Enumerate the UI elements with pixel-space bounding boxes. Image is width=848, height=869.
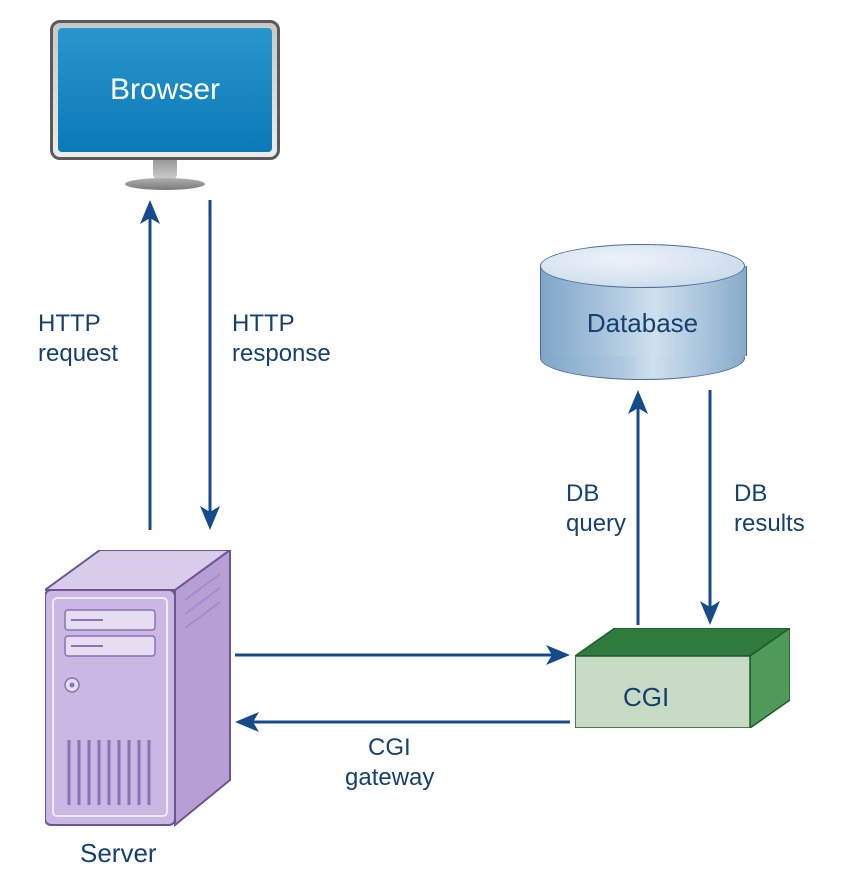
label-http-request-1: HTTP (38, 310, 101, 339)
label-http-response-1: HTTP (232, 310, 295, 339)
label-db-results-1: DB (734, 480, 767, 509)
label-http-request-2: request (38, 340, 118, 369)
monitor-screen: Browser (58, 28, 272, 152)
arrow-cgi-to-server (235, 707, 570, 737)
label-db-results-2: results (734, 510, 805, 539)
server-label: Server (80, 838, 157, 869)
database-node: Database (540, 244, 745, 379)
database-top (540, 244, 745, 288)
label-db-query-1: DB (566, 480, 599, 509)
server-node (45, 550, 225, 830)
browser-label: Browser (110, 73, 220, 107)
arrow-http-response (190, 200, 230, 530)
cgi-label: CGI (623, 682, 669, 713)
cgi-3d-box-icon (575, 628, 790, 728)
arrow-db-query (618, 390, 658, 625)
monitor-base (125, 178, 205, 190)
database-label: Database (540, 308, 745, 339)
monitor-frame: Browser (50, 20, 280, 160)
label-db-query-2: query (566, 510, 626, 539)
label-cgi-gateway-1: CGI (368, 734, 411, 763)
label-http-response-2: response (232, 340, 331, 369)
cgi-node: CGI (575, 628, 790, 728)
arrow-http-request (130, 200, 170, 530)
server-tower-icon (45, 550, 235, 835)
arrow-server-to-cgi (235, 640, 570, 670)
monitor-stand (153, 160, 177, 180)
label-cgi-gateway-2: gateway (345, 764, 434, 793)
browser-node: Browser (50, 20, 280, 190)
arrow-db-results (690, 390, 730, 625)
